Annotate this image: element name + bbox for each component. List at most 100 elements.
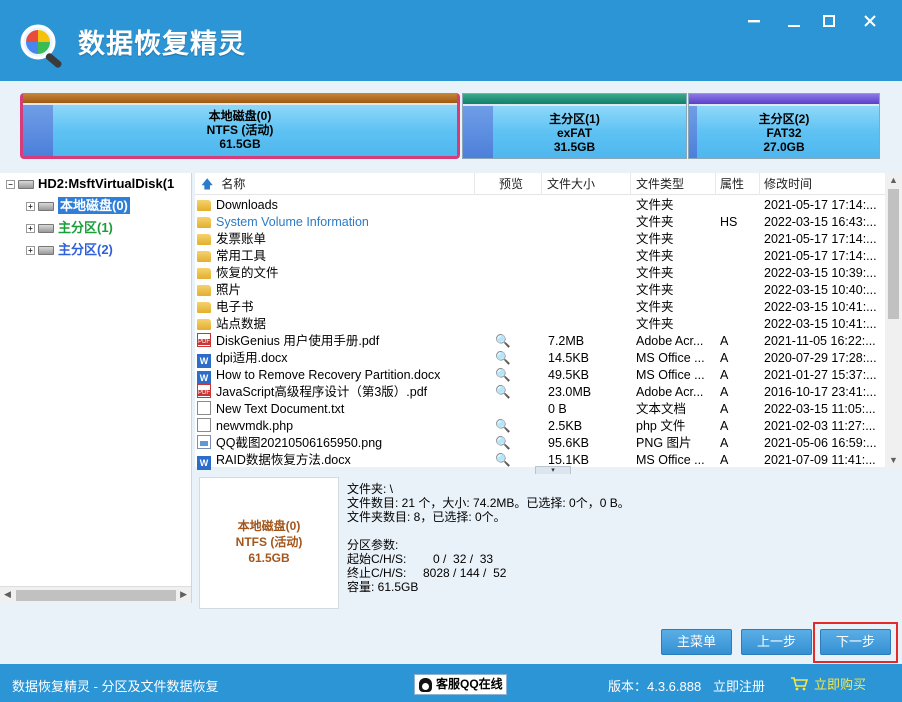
column-type[interactable]: 文件类型 <box>632 173 716 195</box>
file-name-cell: DiskGenius 用户使用手册.pdf <box>197 333 479 350</box>
file-name-cell: 发票账单 <box>197 231 479 248</box>
maximize-button[interactable] <box>818 10 840 32</box>
file-row[interactable]: QQ截图20210506165950.png 🔍 95.6KB PNG 图片 A 2021… <box>195 435 885 452</box>
file-row[interactable]: 电子书 文件夹 2022-03-15 10:41:... <box>195 299 885 316</box>
tree-item-partition-1[interactable]: + 主分区(1) <box>26 217 113 239</box>
file-modified-time: 2022-03-15 10:41:... <box>764 317 877 331</box>
file-modified-time: 2021-05-06 16:59:... <box>764 436 877 450</box>
column-size[interactable]: 文件大小 <box>543 173 631 195</box>
tree-item-partition-0[interactable]: + 本地磁盘(0) <box>26 195 130 217</box>
file-row[interactable]: 照片 文件夹 2022-03-15 10:40:... <box>195 282 885 299</box>
file-row[interactable]: 常用工具 文件夹 2021-05-17 17:14:... <box>195 248 885 265</box>
expand-icon[interactable]: + <box>26 246 35 256</box>
file-row[interactable]: 恢复的文件 文件夹 2022-03-15 10:39:... <box>195 265 885 282</box>
preview-icon[interactable]: 🔍 <box>495 367 535 384</box>
scrollbar-thumb[interactable] <box>16 590 176 601</box>
preview-icon[interactable]: 🔍 <box>495 418 535 435</box>
file-type: 文本文档 <box>636 402 687 416</box>
file-name: RAID数据恢复方法.docx <box>216 453 351 467</box>
file-row[interactable]: 站点数据 文件夹 2022-03-15 10:41:... <box>195 316 885 333</box>
title-bar: 数据恢复精灵 <box>0 0 902 81</box>
preview-icon[interactable]: 🔍 <box>495 435 535 452</box>
folder-icon <box>197 285 211 296</box>
column-name[interactable]: 🡅 名称 <box>195 173 475 195</box>
partition-icon <box>38 246 54 256</box>
file-row[interactable]: Wdpi适用.docx 🔍 14.5KB MS Office ... A 2020-07-… <box>195 350 885 368</box>
tree-item-partition-2[interactable]: + 主分区(2) <box>26 239 113 261</box>
partition-size: 27.0GB <box>763 140 805 154</box>
up-folder-icon[interactable]: 🡅 <box>201 177 213 191</box>
buy-now-link[interactable]: 立即购买 <box>790 674 866 693</box>
file-type: 文件夹 <box>636 266 674 280</box>
preview-icon[interactable]: 🔍 <box>495 384 535 401</box>
tree-root-disk[interactable]: − HD2:MsftVirtualDisk(1 <box>6 173 174 195</box>
file-size: 2.5KB <box>548 419 583 433</box>
partition-name: 主分区(1) <box>549 112 600 126</box>
column-attr[interactable]: 属性 <box>716 173 760 195</box>
file-list-vertical-scrollbar[interactable]: ▲ ▼ <box>885 173 902 467</box>
word-icon: W <box>197 456 211 470</box>
expand-icon[interactable]: + <box>26 224 35 234</box>
partition-block-1[interactable]: 主分区(1) exFAT 31.5GB <box>462 93 687 159</box>
file-size: 23.0MB <box>548 385 592 399</box>
file-name: DiskGenius 用户使用手册.pdf <box>216 334 380 348</box>
file-row[interactable]: DiskGenius 用户使用手册.pdf 🔍 7.2MB Adobe Acr... A… <box>195 333 885 350</box>
scroll-up-icon[interactable]: ▲ <box>885 173 902 187</box>
file-attr: A <box>720 436 729 450</box>
column-time[interactable]: 修改时间 <box>760 173 885 195</box>
preview-icon[interactable]: 🔍 <box>495 452 535 469</box>
file-type: MS Office ... <box>636 368 705 382</box>
register-link[interactable]: 立即注册 <box>713 676 765 695</box>
next-step-button[interactable]: 下一步 <box>820 629 891 655</box>
file-row[interactable]: Downloads 文件夹 2021-05-17 17:14:... <box>195 197 885 214</box>
tree-item-label: 主分区(1) <box>58 220 113 235</box>
file-type: 文件夹 <box>636 232 674 246</box>
preview-icon[interactable]: 🔍 <box>495 350 535 367</box>
qq-support-button[interactable]: 客服QQ在线 <box>414 674 507 695</box>
column-preview[interactable]: 预览 <box>495 173 542 195</box>
file-modified-time: 2021-05-17 17:14:... <box>764 249 877 263</box>
minimize-button[interactable] <box>783 10 805 32</box>
close-button[interactable] <box>859 10 881 32</box>
file-type: 文件夹 <box>636 198 674 212</box>
file-name-cell: 站点数据 <box>197 316 479 333</box>
info-partition-size: 61.5GB <box>248 551 290 565</box>
maximize-icon <box>823 15 835 27</box>
file-attr: A <box>720 453 729 467</box>
app-title: 数据恢复精灵 <box>78 29 246 60</box>
file-type: 文件夹 <box>636 283 674 297</box>
file-name: QQ截图20210506165950.png <box>216 436 383 450</box>
doc-icon <box>197 401 211 415</box>
preview-icon[interactable]: 🔍 <box>495 333 535 350</box>
file-name-cell: Downloads <box>197 197 479 214</box>
main-menu-button[interactable]: 主菜单 <box>661 629 732 655</box>
file-name-cell: 常用工具 <box>197 248 479 265</box>
file-row[interactable]: New Text Document.txt 0 B 文本文档 A 2022-03-15 … <box>195 401 885 418</box>
scrollbar-thumb[interactable] <box>888 189 899 319</box>
file-modified-time: 2022-03-15 10:39:... <box>764 266 877 280</box>
scroll-right-icon[interactable]: ▶ <box>180 589 187 600</box>
tree-horizontal-scrollbar[interactable]: ◀ ▶ <box>0 586 191 603</box>
partition-block-2[interactable]: 主分区(2) FAT32 27.0GB <box>688 93 880 159</box>
file-name-cell: New Text Document.txt <box>197 401 479 418</box>
file-row[interactable]: System Volume Information 文件夹 HS 2022-03-15… <box>195 214 885 231</box>
file-modified-time: 2021-02-03 11:27:... <box>764 419 876 433</box>
file-row[interactable]: JavaScript高级程序设计（第3版）.pdf 🔍 23.0MB Adobe Ac… <box>195 384 885 401</box>
file-name-cell: Wdpi适用.docx <box>197 350 479 368</box>
prev-step-button[interactable]: 上一步 <box>741 629 812 655</box>
partition-size: 61.5GB <box>219 137 261 151</box>
file-row[interactable]: 发票账单 文件夹 2021-05-17 17:14:... <box>195 231 885 248</box>
partition-block-0[interactable]: 本地磁盘(0) NTFS (活动) 61.5GB <box>20 93 460 159</box>
file-type: MS Office ... <box>636 351 705 365</box>
collapse-icon[interactable]: − <box>6 180 15 190</box>
scroll-down-icon[interactable]: ▼ <box>885 453 902 467</box>
collapse-panel-toggle[interactable]: ▾ <box>535 466 571 474</box>
file-name-cell: QQ截图20210506165950.png <box>197 435 479 452</box>
minimize-button[interactable] <box>743 10 765 32</box>
file-row[interactable]: newvmdk.php 🔍 2.5KB php 文件 A 2021-02-03 11:27… <box>195 418 885 435</box>
file-name-cell: 电子书 <box>197 299 479 316</box>
file-row[interactable]: W How to Remove Recovery Partition.docx 🔍 4… <box>195 367 885 385</box>
scroll-left-icon[interactable]: ◀ <box>4 589 11 600</box>
file-modified-time: 2020-07-29 17:28:... <box>764 351 877 365</box>
expand-icon[interactable]: + <box>26 202 35 212</box>
